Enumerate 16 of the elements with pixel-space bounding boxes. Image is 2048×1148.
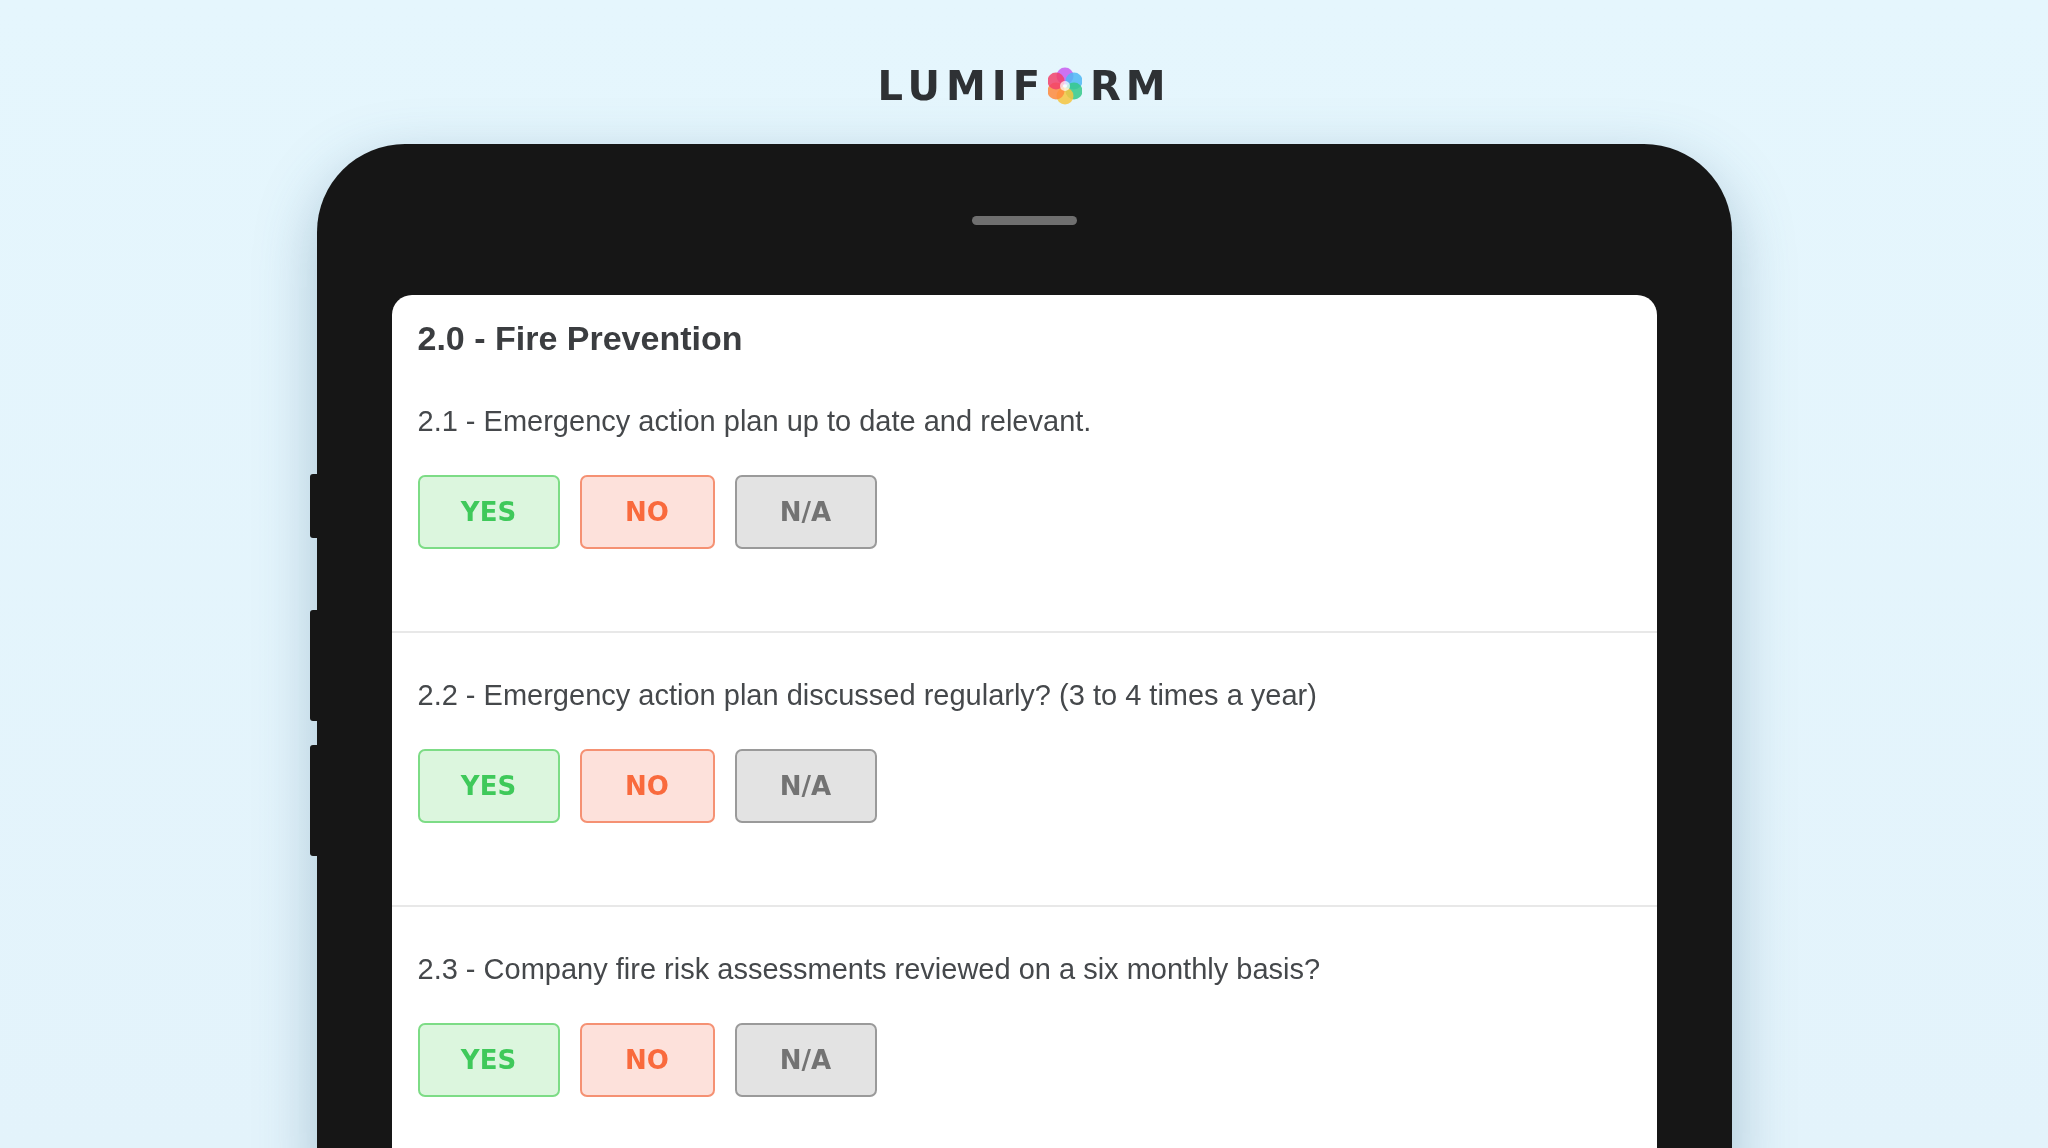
question-text: 2.1 - Emergency action plan up to date and relevant. (417, 404, 1093, 439)
na-answer-button[interactable]: N/A (734, 749, 877, 823)
question-text: 2.2 - Emergency action plan discussed regularly? (3 to 4 times a year) (417, 678, 1318, 713)
logo-text: RM (1089, 66, 1171, 106)
yes-answer-button[interactable]: YES (417, 749, 560, 823)
na-answer-button[interactable]: N/A (734, 1023, 877, 1097)
logo-text: LUMIF (877, 66, 1046, 106)
no-answer-button[interactable]: NO (579, 1023, 715, 1097)
na-answer-button[interactable]: N/A (734, 475, 877, 549)
question-text: 2.3 - Company fire risk assessments reviewed on a six monthly basis? (417, 952, 1322, 987)
section-title: 2.0 - Fire Prevention (416, 318, 744, 359)
flower-logo-icon (1047, 67, 1082, 105)
yes-answer-button[interactable]: YES (417, 1023, 560, 1097)
no-answer-button[interactable]: NO (579, 749, 715, 823)
no-answer-button[interactable]: NO (579, 475, 715, 549)
yes-answer-button[interactable]: YES (417, 475, 560, 549)
